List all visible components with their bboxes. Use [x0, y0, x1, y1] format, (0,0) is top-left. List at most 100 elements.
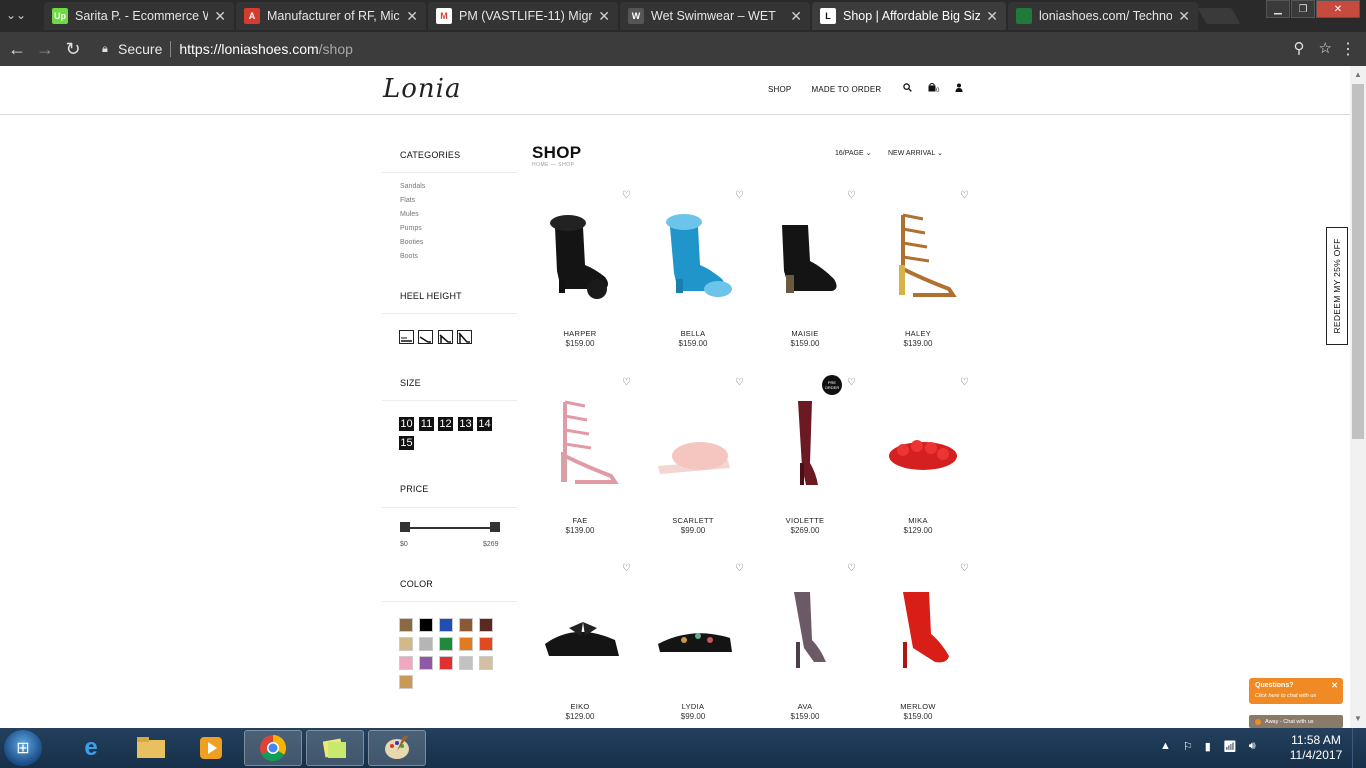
- wishlist-heart-icon[interactable]: ♡: [847, 190, 856, 201]
- size-option[interactable]: 10: [399, 417, 414, 431]
- tab-close-icon[interactable]: ✕: [790, 8, 802, 25]
- reload-icon[interactable]: ↻: [62, 38, 84, 60]
- color-swatch[interactable]: [419, 656, 433, 670]
- color-swatch[interactable]: [459, 637, 473, 651]
- category-mules[interactable]: Mules: [400, 211, 419, 218]
- color-swatch[interactable]: [459, 656, 473, 670]
- product-name[interactable]: LYDIA: [638, 702, 748, 711]
- color-swatch[interactable]: [479, 637, 493, 651]
- account-icon[interactable]: [955, 83, 963, 95]
- breadcrumb[interactable]: HOME — SHOP: [532, 162, 574, 168]
- chat-widget[interactable]: Questions? Click here to chat with us ✕: [1249, 678, 1343, 704]
- site-logo[interactable]: Lonia: [383, 74, 461, 104]
- scrollbar-thumb[interactable]: [1352, 84, 1364, 439]
- product-image-ava[interactable]: [755, 579, 855, 679]
- browser-tab-2[interactable]: A Manufacturer of RF, Micr ✕: [236, 2, 426, 30]
- media-player-icon[interactable]: [182, 730, 240, 766]
- internet-explorer-icon[interactable]: e: [62, 730, 120, 766]
- wishlist-heart-icon[interactable]: ♡: [735, 377, 744, 388]
- chat-status-bar[interactable]: Away - Chat with us: [1249, 715, 1343, 728]
- scroll-down-icon[interactable]: ▼: [1354, 714, 1362, 723]
- show-desktop-button[interactable]: [1352, 728, 1366, 768]
- color-swatch[interactable]: [479, 618, 493, 632]
- product-name[interactable]: EIKO: [525, 702, 635, 711]
- size-option[interactable]: 14: [477, 417, 492, 431]
- product-name[interactable]: MIKA: [863, 516, 973, 525]
- product-card-maisie[interactable]: ♡ MAISIE $159.00: [750, 190, 860, 355]
- color-swatch[interactable]: [399, 656, 413, 670]
- restore-icon[interactable]: ❐: [1291, 0, 1315, 18]
- tab-close-icon[interactable]: ✕: [214, 8, 226, 25]
- color-swatch[interactable]: [459, 618, 473, 632]
- product-name[interactable]: HALEY: [863, 329, 973, 338]
- nav-made-to-order[interactable]: MADE TO ORDER: [811, 85, 881, 94]
- search-icon[interactable]: [903, 83, 912, 95]
- category-booties[interactable]: Booties: [400, 239, 423, 246]
- category-sandals[interactable]: Sandals: [400, 183, 425, 190]
- file-explorer-icon[interactable]: [122, 730, 180, 766]
- wishlist-heart-icon[interactable]: ♡: [960, 377, 969, 388]
- product-image-bella[interactable]: [643, 206, 743, 306]
- color-swatch[interactable]: [439, 637, 453, 651]
- battery-icon[interactable]: ▮: [1205, 740, 1211, 753]
- product-image-lydia[interactable]: [643, 579, 743, 679]
- category-flats[interactable]: Flats: [400, 197, 415, 204]
- per-page-select[interactable]: 16/PAGE ⌄: [835, 149, 872, 157]
- category-pumps[interactable]: Pumps: [400, 225, 422, 232]
- wishlist-heart-icon[interactable]: ♡: [960, 563, 969, 574]
- chrome-menu-icon[interactable]: ⋮: [1340, 39, 1356, 59]
- chrome-taskbar-icon[interactable]: [244, 730, 302, 766]
- tab-search-icon[interactable]: ⌄⌄: [6, 8, 26, 24]
- forward-arrow-icon[interactable]: →: [34, 38, 56, 60]
- product-card-merlow[interactable]: ♡ MERLOW $159.00: [863, 563, 973, 728]
- product-name[interactable]: BELLA: [638, 329, 748, 338]
- cart-icon[interactable]: 0: [928, 83, 939, 95]
- product-image-merlow[interactable]: [868, 579, 968, 679]
- size-option[interactable]: 12: [438, 417, 453, 431]
- product-image-mika[interactable]: [868, 393, 968, 493]
- product-image-eiko[interactable]: [530, 579, 630, 679]
- wishlist-heart-icon[interactable]: ♡: [960, 190, 969, 201]
- sticky-notes-icon[interactable]: [306, 730, 364, 766]
- product-card-fae[interactable]: ♡ FAE $139.00: [525, 377, 635, 542]
- wishlist-heart-icon[interactable]: ♡: [735, 563, 744, 574]
- tab-close-icon[interactable]: ✕: [1178, 8, 1190, 25]
- new-tab-button[interactable]: [1197, 8, 1241, 24]
- heel-high-icon[interactable]: [457, 330, 472, 344]
- browser-tab-3[interactable]: M PM (VASTLIFE-11) Migrat ✕: [428, 2, 618, 30]
- product-name[interactable]: FAE: [525, 516, 635, 525]
- product-name[interactable]: AVA: [750, 702, 860, 711]
- product-image-scarlett[interactable]: [643, 393, 743, 493]
- wishlist-heart-icon[interactable]: ♡: [847, 563, 856, 574]
- size-option[interactable]: 13: [458, 417, 473, 431]
- color-swatch[interactable]: [419, 637, 433, 651]
- tab-close-icon[interactable]: ✕: [406, 8, 418, 25]
- nav-shop[interactable]: SHOP: [768, 85, 791, 94]
- color-swatch[interactable]: [439, 618, 453, 632]
- product-image-violette[interactable]: [755, 393, 855, 493]
- redeem-discount-tab[interactable]: REDEEM MY 25% OFF: [1326, 227, 1348, 345]
- wishlist-heart-icon[interactable]: ♡: [847, 377, 856, 388]
- color-swatch[interactable]: [399, 618, 413, 632]
- back-arrow-icon[interactable]: ←: [6, 38, 28, 60]
- product-image-fae[interactable]: [530, 393, 630, 493]
- price-slider-max-handle[interactable]: [490, 522, 500, 532]
- product-image-maisie[interactable]: [755, 206, 855, 306]
- product-card-eiko[interactable]: ♡ EIKO $129.00: [525, 563, 635, 728]
- browser-tab-6[interactable]: loniashoes.com/ Technol ✕: [1008, 2, 1198, 30]
- browser-tab-5-active[interactable]: L Shop | Affordable Big Siz ✕: [812, 2, 1006, 30]
- price-slider-track[interactable]: [405, 527, 495, 529]
- color-swatch[interactable]: [399, 637, 413, 651]
- wishlist-heart-icon[interactable]: ♡: [622, 190, 631, 201]
- product-card-bella[interactable]: ♡ BELLA $159.00: [638, 190, 748, 355]
- product-name[interactable]: MERLOW: [863, 702, 973, 711]
- start-button-icon[interactable]: ⊞: [4, 730, 42, 766]
- product-card-lydia[interactable]: ♡ LYDIA $99.00: [638, 563, 748, 728]
- tab-close-icon[interactable]: ✕: [598, 8, 610, 25]
- paint-icon[interactable]: [368, 730, 426, 766]
- product-card-harper[interactable]: ♡ HARPER $159.00: [525, 190, 635, 355]
- heel-low-icon[interactable]: [418, 330, 433, 344]
- size-option[interactable]: 15: [399, 436, 414, 450]
- page-scrollbar[interactable]: ▲ ▼: [1350, 66, 1366, 728]
- tray-expand-icon[interactable]: ▲: [1160, 740, 1171, 753]
